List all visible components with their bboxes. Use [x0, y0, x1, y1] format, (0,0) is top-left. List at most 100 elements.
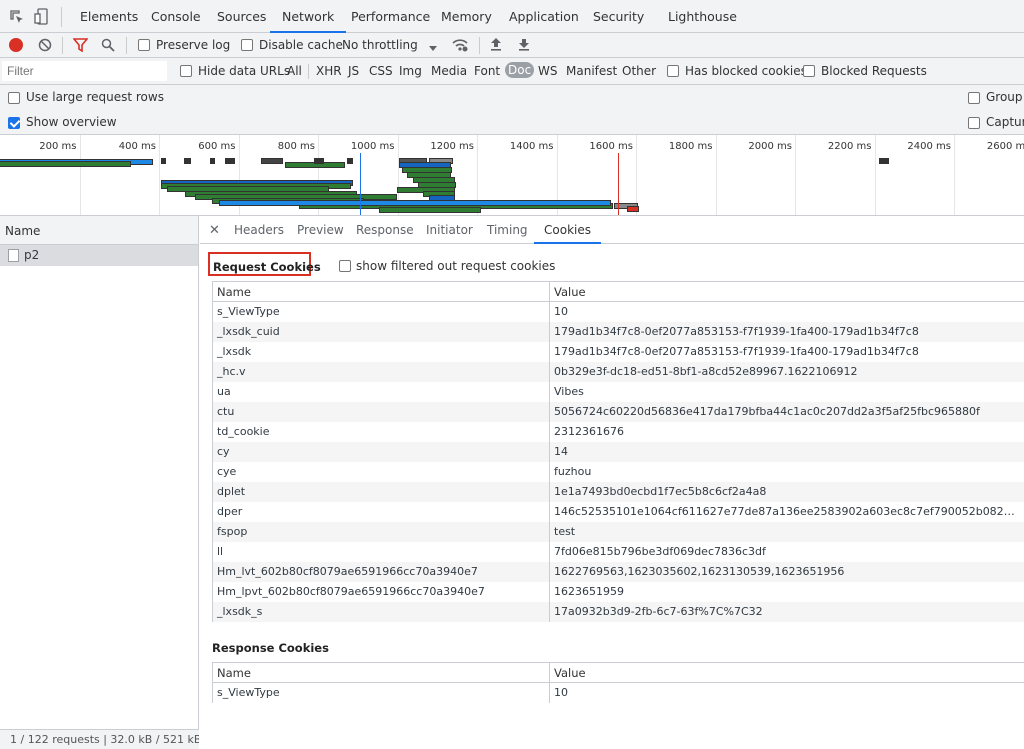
cookie-row[interactable]: _lxsdk 179ad1b34f7c8-0ef2077a853153-f7f19… [212, 341, 1024, 362]
filter-type-font[interactable]: Font [474, 64, 500, 78]
cookie-row[interactable]: Hm_lpvt_602b80cf8079ae6591966cc70a3940e7… [212, 581, 1024, 602]
disable-cache-checkbox[interactable] [241, 38, 253, 52]
large-rows-checkbox[interactable] [8, 91, 20, 105]
close-icon[interactable]: ✕ [209, 216, 220, 244]
device-toolbar-icon[interactable] [34, 8, 50, 26]
cookie-row[interactable]: ua Vibes [212, 381, 1024, 402]
detail-tab-timing[interactable]: Timing [487, 216, 528, 244]
overview-tick-label: 200 ms [39, 141, 77, 152]
filter-bar: Hide data URLs All XHR JS CSS Img Media Font Do… [0, 58, 1024, 85]
detail-tab-preview[interactable]: Preview [297, 216, 344, 244]
filter-type-js[interactable]: JS [348, 64, 359, 78]
load-event-marker [618, 153, 619, 215]
tab-performance[interactable]: Performance [351, 0, 430, 33]
request-details: ✕ Headers Preview Response Initiator Timing C… [200, 216, 1024, 749]
request-row[interactable]: p2 [0, 245, 198, 266]
tab-application[interactable]: Application [509, 0, 579, 33]
hide-data-urls-checkbox[interactable] [180, 64, 192, 78]
cookie-row[interactable]: s_ViewType 10 [212, 301, 1024, 322]
filter-type-all[interactable]: All [287, 64, 302, 78]
filter-type-img[interactable]: Img [399, 64, 422, 78]
cookie-name-header[interactable]: Name [212, 281, 550, 302]
cookie-name: Hm_lvt_602b80cf8079ae6591966cc70a3940e7 [212, 561, 550, 582]
cookie-row[interactable]: Hm_lvt_602b80cf8079ae6591966cc70a3940e7 1… [212, 561, 1024, 582]
search-icon[interactable] [101, 38, 115, 55]
cookie-value: 17a0932b3d9-2fb-6c7-63f%7C%7C32 [549, 601, 1024, 622]
overview-gridline [954, 135, 955, 215]
clear-icon[interactable] [38, 38, 52, 55]
cookie-row[interactable]: _lxsdk_s 17a0932b3d9-2fb-6c7-63f%7C%7C32 [212, 601, 1024, 622]
blocked-requests-checkbox[interactable] [803, 64, 815, 78]
tab-memory[interactable]: Memory [441, 0, 492, 33]
network-conditions-icon[interactable] [451, 37, 469, 56]
cookie-name: ua [212, 381, 550, 402]
cookie-value-header[interactable]: Value [549, 662, 1024, 683]
preserve-log-checkbox[interactable] [138, 38, 150, 52]
tab-network[interactable]: Network [270, 0, 347, 33]
chevron-down-icon[interactable] [428, 41, 438, 55]
tab-elements[interactable]: Elements [80, 0, 138, 33]
cookie-row[interactable]: dper 146c52535101e1064cf611627e77de87a136… [212, 501, 1024, 522]
network-overview[interactable]: 200 ms 400 ms 600 ms 800 ms 1000 ms 1200 ms 14… [0, 135, 1024, 216]
filter-type-media[interactable]: Media [431, 64, 467, 78]
cookie-row[interactable]: ctu 5056724c60220d56836e417da179bfba44c1a… [212, 401, 1024, 422]
name-column-header[interactable]: Name [0, 216, 198, 245]
cookie-row[interactable]: _lxsdk_cuid 179ad1b34f7c8-0ef2077a853153-… [212, 321, 1024, 342]
overview-tick-label: 1800 ms [668, 141, 713, 152]
cookie-row[interactable]: ll 7fd06e815b796be3df069dec7836c3df [212, 541, 1024, 562]
overview-tick-label: 600 ms [198, 141, 236, 152]
waterfall-bar [225, 158, 235, 164]
record-icon[interactable] [9, 38, 23, 52]
filter-icon[interactable] [72, 38, 89, 55]
filter-type-manifest[interactable]: Manifest [566, 64, 617, 78]
show-filtered-checkbox[interactable] [339, 259, 351, 273]
tab-security[interactable]: Security [593, 0, 644, 33]
cookie-value: 14 [549, 441, 1024, 462]
network-settings: Use large request rows Show overview Gro… [0, 85, 1024, 135]
waterfall-bar [399, 162, 451, 168]
group-checkbox[interactable] [968, 91, 980, 105]
has-blocked-cookies-checkbox[interactable] [667, 64, 679, 78]
filter-type-ws[interactable]: WS [538, 64, 557, 78]
overview-tick-label: 1600 ms [589, 141, 633, 152]
filter-type-doc[interactable]: Doc [505, 62, 535, 78]
overview-tick-label: 400 ms [118, 141, 156, 152]
cookie-row[interactable]: fspop test [212, 521, 1024, 542]
export-har-icon[interactable] [518, 37, 530, 54]
detail-tab-cookies[interactable]: Cookies [534, 216, 601, 244]
cookie-name: _lxsdk [212, 341, 550, 362]
disable-cache-label: Disable cache [259, 38, 343, 52]
tab-lighthouse[interactable]: Lighthouse [668, 0, 737, 33]
capture-checkbox[interactable] [968, 116, 980, 130]
tab-console[interactable]: Console [151, 0, 201, 33]
detail-tab-headers[interactable]: Headers [234, 216, 284, 244]
import-har-icon[interactable] [490, 37, 502, 54]
waterfall-bar [402, 167, 452, 173]
cookie-row[interactable]: s_ViewType 10 [212, 682, 1024, 703]
cookie-row[interactable]: _hc.v 0b329e3f-dc18-ed51-8bf1-a8cd52e8996… [212, 361, 1024, 382]
inspect-element-icon[interactable] [9, 9, 25, 25]
filter-input[interactable] [2, 61, 167, 81]
cookie-value: test [549, 521, 1024, 542]
waterfall-bar [219, 200, 611, 206]
filter-type-css[interactable]: CSS [369, 64, 393, 78]
filter-type-xhr[interactable]: XHR [316, 64, 342, 78]
show-overview-checkbox[interactable] [8, 116, 20, 130]
cookie-value-header[interactable]: Value [549, 281, 1024, 302]
waterfall-bar [879, 158, 889, 164]
cookie-row[interactable]: cy 14 [212, 441, 1024, 462]
detail-tab-response[interactable]: Response [356, 216, 414, 244]
cookie-row[interactable]: td_cookie 2312361676 [212, 421, 1024, 442]
filter-type-other[interactable]: Other [622, 64, 656, 78]
overview-tick-label: 2400 ms [907, 141, 951, 152]
detail-tab-initiator[interactable]: Initiator [426, 216, 473, 244]
cookie-name: Hm_lpvt_602b80cf8079ae6591966cc70a3940e7 [212, 581, 550, 602]
cookie-row[interactable]: dplet 1e1a7493bd0ecbd1f7ec5b8c6cf2a4a8 [212, 481, 1024, 502]
cookie-row[interactable]: cye fuzhou [212, 461, 1024, 482]
overview-gridline [159, 135, 160, 215]
tab-sources[interactable]: Sources [217, 0, 266, 33]
has-blocked-cookies-label: Has blocked cookies [685, 64, 807, 78]
throttling-select[interactable]: No throttling [342, 38, 418, 52]
cookie-name-header[interactable]: Name [212, 662, 550, 683]
cookie-name: s_ViewType [212, 682, 550, 703]
